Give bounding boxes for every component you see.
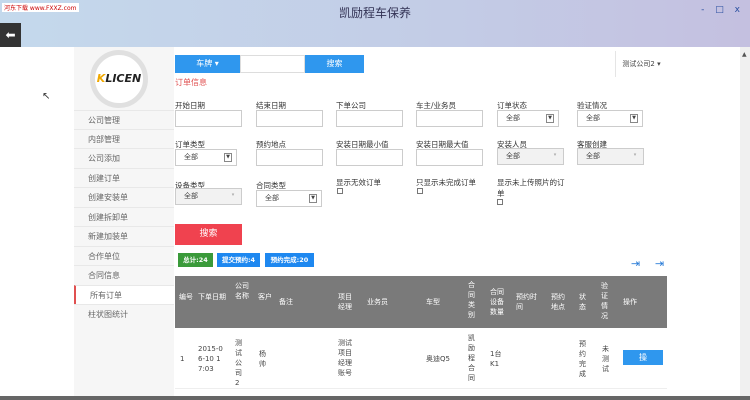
order-type-select[interactable]: 全部 ▼ [175,149,237,166]
sidebar-item-create-install[interactable]: 创建安装单 [74,187,174,206]
order-company-input[interactable] [336,110,403,127]
cell-manager: 测试项目经理账号 [338,339,352,377]
col-date: 下单日期 [198,293,226,301]
sidebar-item-internal-mgmt[interactable]: 内部管理 [74,129,174,148]
col-manager: 项目经理 [338,293,352,311]
owner-input[interactable] [416,110,483,127]
col-place: 预约地点 [551,293,565,311]
submitted-badge[interactable]: 提交预约:4 [217,253,260,267]
sidebar-item-company-add[interactable]: 公司添加 [74,148,174,167]
service-select[interactable]: 全部 ▾ [577,148,644,165]
col-status: 状态 [579,293,586,311]
scroll-up-icon[interactable]: ▲ [742,51,747,58]
end-date-input[interactable] [256,110,323,127]
cell-verify: 未测试 [602,345,609,373]
col-car: 车型 [426,298,440,306]
order-status-select[interactable]: 全部 ▼ [497,110,559,127]
section-title: 订单信息 [175,78,207,87]
start-date-input[interactable] [175,110,242,127]
col-op: 操作 [623,298,637,306]
cell-qty: 1台 K1 [490,350,502,368]
cell-car: 奥迪Q5 [426,355,450,363]
cell-contract: 凯励程合同 [468,334,475,382]
show-invalid-label: 显示无效订单 [336,178,381,187]
installer-select[interactable]: 全部 ▾ [497,148,564,165]
col-time: 预约时间 [516,293,537,311]
location-input[interactable] [256,149,323,166]
cell-customer: 杨帅 [259,350,266,368]
col-sales: 业务员 [367,298,388,306]
contract-type-select[interactable]: 全部 ▼ [256,190,322,207]
sidebar-item-create-order[interactable]: 创建订单 [74,168,174,187]
search-button[interactable]: 搜索 [175,224,242,245]
sidebar-item-new-addon[interactable]: 新建加装单 [74,226,174,245]
col-contract: 合同类别 [468,281,475,319]
main-content: 车牌 ▾ 搜索 测试公司2 ▾ 订单信息 开始日期 结束日期 下单公司 车主/业… [175,47,668,400]
col-customer: 客户 [258,293,272,301]
show-invalid-checkbox[interactable] [337,188,343,194]
plate-search-input[interactable] [240,55,305,73]
cell-id: 1 [180,355,185,363]
row-action-button[interactable]: 操 [623,350,663,365]
col-verify: 验证情况 [601,282,608,320]
cell-status: 预约完成 [579,340,586,378]
window-title: 凯励程车保养 [338,6,411,20]
col-id: 编号 [179,293,193,301]
sidebar-item-all-orders[interactable]: 所有订单 [74,285,174,304]
sidebar-item-contracts[interactable]: 合同信息 [74,265,174,284]
export-icon[interactable]: ⇥ [655,257,664,270]
table-header: 编号 下单日期 公司名称 客户 备注 项目经理 业务员 车型 合同类别 合同设备… [175,276,667,328]
logo: KLICEN [90,50,148,108]
col-company: 公司名称 [235,282,249,300]
sidebar-item-create-removal[interactable]: 创建拆卸单 [74,207,174,226]
arrow-left-icon: ⬅ [5,28,16,42]
show-no-photo-label: 显示未上传照片的订单 [497,178,565,198]
minimize-button[interactable]: - [701,5,708,15]
back-button[interactable]: ⬅ [0,23,21,47]
company-dropdown[interactable]: 测试公司2 ▾ [615,51,667,77]
cell-company: 测试公司2 [235,339,242,387]
device-type-select[interactable]: 全部 ▾ [175,188,242,205]
sidebar: KLICEN 公司管理 内部管理 公司添加 创建订单 创建安装单 创建拆卸单 新… [74,47,174,400]
show-unfinished-checkbox[interactable] [417,188,423,194]
col-qty: 合同设备数量 [490,288,504,316]
import-icon[interactable]: ⇥ [631,257,640,270]
verify-select[interactable]: 全部 ▼ [577,110,643,127]
window-controls: - □ x [701,5,744,15]
done-badge[interactable]: 预约完成:20 [265,253,314,267]
col-note: 备注 [279,298,293,306]
sidebar-item-partners[interactable]: 合作单位 [74,246,174,265]
top-search-button[interactable]: 搜索 [305,55,364,73]
show-unfinished-label: 只显示未完成订单 [416,178,476,187]
sidebar-item-bar-stats[interactable]: 柱状图统计 [74,304,174,323]
install-min-input[interactable] [336,149,403,166]
scrollbar[interactable]: ▲ [740,47,750,400]
mouse-cursor-icon: ↖ [42,91,51,102]
table-row: 1 2015-06-10 17:03 测试公司2 杨帅 测试项目经理账号 奥迪Q… [175,328,667,389]
close-button[interactable]: x [735,5,744,15]
maximize-button[interactable]: □ [715,5,728,15]
title-bar: 河东下载 www.FXXZ.com 凯励程车保养 - □ x ⬅ [0,0,750,47]
show-no-photo-checkbox[interactable] [497,199,503,205]
plate-select[interactable]: 车牌 ▾ [175,55,240,73]
bottom-border [0,396,750,400]
sidebar-item-company-mgmt[interactable]: 公司管理 [74,110,174,129]
install-max-input[interactable] [416,149,483,166]
cell-date: 2015-06-10 17:03 [198,345,223,373]
total-badge[interactable]: 总计:24 [178,253,213,267]
